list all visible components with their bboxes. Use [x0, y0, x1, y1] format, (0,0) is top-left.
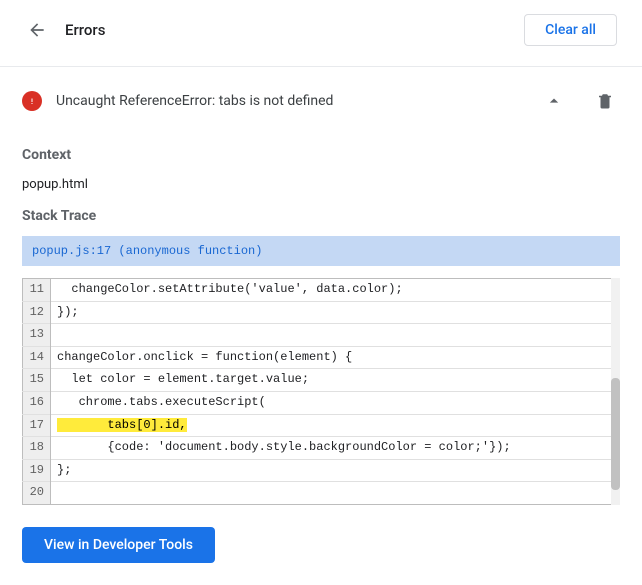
chevron-up-icon[interactable]: [538, 85, 570, 117]
back-arrow-icon[interactable]: [25, 18, 49, 42]
code-line: 11 changeColor.setAttribute('value', dat…: [23, 279, 620, 302]
code-line: 13: [23, 324, 620, 347]
code-line: 17 tabs[0].id,: [23, 414, 620, 437]
line-number: 13: [23, 324, 51, 347]
code-text: changeColor.onclick = function(element) …: [51, 346, 620, 369]
view-in-devtools-button[interactable]: View in Developer Tools: [22, 527, 215, 563]
code-line: 14changeColor.onclick = function(element…: [23, 346, 620, 369]
code-text: let color = element.target.value;: [51, 369, 620, 392]
stack-trace-heading: Stack Trace: [22, 208, 620, 224]
code-line: 18 {code: 'document.body.style.backgroun…: [23, 437, 620, 460]
code-line: 20: [23, 482, 620, 505]
code-text: [51, 324, 620, 347]
error-header-row: Uncaught ReferenceError: tabs is not def…: [22, 67, 620, 131]
scrollbar-track[interactable]: [611, 278, 620, 505]
header-bar: Errors Clear all: [0, 0, 642, 60]
line-number: 19: [23, 459, 51, 482]
line-number: 16: [23, 391, 51, 414]
line-number: 18: [23, 437, 51, 460]
code-line: 19};: [23, 459, 620, 482]
error-message: Uncaught ReferenceError: tabs is not def…: [56, 93, 524, 109]
page-title: Errors: [65, 21, 524, 39]
context-heading: Context: [22, 147, 620, 163]
error-item: Uncaught ReferenceError: tabs is not def…: [0, 67, 642, 131]
line-number: 20: [23, 482, 51, 505]
line-number: 15: [23, 369, 51, 392]
scrollbar-thumb[interactable]: [611, 378, 620, 490]
code-text: changeColor.setAttribute('value', data.c…: [51, 279, 620, 302]
code-text: };: [51, 459, 620, 482]
code-text: tabs[0].id,: [51, 414, 620, 437]
context-file: popup.html: [22, 177, 620, 192]
stack-frame[interactable]: popup.js:17 (anonymous function): [22, 236, 620, 266]
line-number: 14: [23, 346, 51, 369]
code-line: 15 let color = element.target.value;: [23, 369, 620, 392]
line-number: 12: [23, 301, 51, 324]
trash-icon[interactable]: [590, 86, 620, 116]
code-text: });: [51, 301, 620, 324]
code-line: 16 chrome.tabs.executeScript(: [23, 391, 620, 414]
error-icon: [22, 91, 42, 111]
highlighted-code: tabs[0].id,: [57, 418, 187, 432]
code-text: chrome.tabs.executeScript(: [51, 391, 620, 414]
code-line: 12});: [23, 301, 620, 324]
code-text: [51, 482, 620, 505]
code-snippet: 11 changeColor.setAttribute('value', dat…: [22, 278, 620, 505]
clear-all-button[interactable]: Clear all: [524, 14, 617, 46]
line-number: 11: [23, 279, 51, 302]
line-number: 17: [23, 414, 51, 437]
code-text: {code: 'document.body.style.backgroundCo…: [51, 437, 620, 460]
